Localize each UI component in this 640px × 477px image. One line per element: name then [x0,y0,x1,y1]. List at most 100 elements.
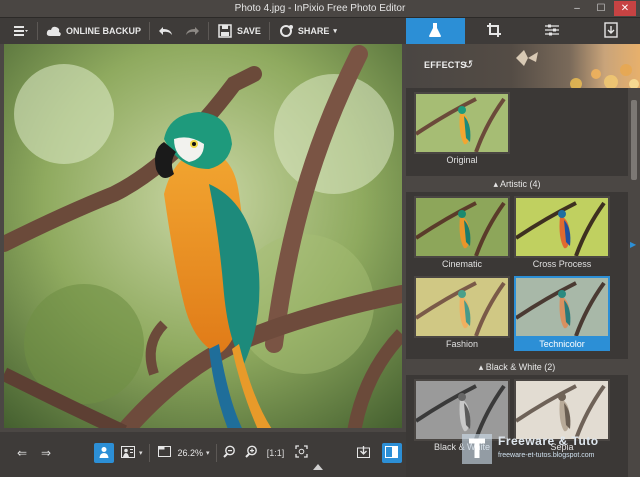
expand-arrow-icon[interactable]: ▶ [630,240,636,249]
fashion-label: Fashion [445,339,479,349]
technicolor-thumbnail [514,276,610,338]
watermark: Freeware & Tuto freeware-et-tutos.blogsp… [458,430,638,470]
save-button[interactable]: SAVE [212,18,266,44]
right-panel-tabs [406,18,640,44]
watermark-title: Freeware & Tuto [498,434,599,448]
share-button[interactable]: SHARE ▾ [273,18,342,44]
original-thumbnail [414,92,510,154]
tab-effects[interactable] [406,18,465,44]
original-label: Original [446,155,478,165]
effects-panel: Original ▴ Artistic (4) Cinematic Cross … [406,88,628,477]
main-toolbar: ONLINE BACKUP SAVE SHARE ▾ [0,18,406,44]
section-artistic[interactable]: ▴ Artistic (4) [406,176,628,192]
section-artistic-title: Artistic (4) [500,179,541,189]
actual-size-icon: [1:1] [266,448,285,458]
menu-icon [13,23,29,39]
minimize-button[interactable]: – [566,1,588,16]
actual-size-button[interactable]: [1:1] [266,443,286,463]
cross-process-label: Cross Process [532,259,592,269]
toolbar-divider [37,22,38,40]
window-title: Photo 4.jpg - InPixio Free Photo Editor [234,3,406,14]
save-icon [217,23,233,39]
undo-icon [158,23,174,39]
section-black-white[interactable]: ▴ Black & White (2) [406,359,628,375]
bottom-controls: ⇐ ⇒ ▾ 26.2% ▾ [1:1] [0,442,406,464]
chevron-up-icon: ▴ [493,179,498,189]
fit-view-button[interactable] [155,443,175,463]
chevron-down-icon: ▾ [333,28,337,35]
frame-icon [158,446,172,460]
crop-icon [486,22,502,41]
compare-icon [121,445,135,461]
scrollbar-thumb[interactable] [631,100,637,180]
import-icon [357,445,371,461]
chevron-down-icon[interactable]: ▾ [139,449,143,457]
window-controls: – ☐ ✕ [566,1,636,16]
section-black-white-title: Black & White (2) [485,362,556,372]
cross-process-thumbnail [514,196,610,258]
effects-title: EFFECTS [424,60,467,70]
panel-toggle-button[interactable] [381,443,402,463]
share-icon [278,23,294,39]
online-backup-button[interactable]: ONLINE BACKUP [41,18,146,44]
edited-photo [4,44,402,428]
tab-crop[interactable] [465,18,524,44]
next-photo-button[interactable]: ⇒ [36,443,56,463]
online-backup-label: ONLINE BACKUP [66,26,142,36]
tab-adjust[interactable] [523,18,582,44]
zoom-level: 26.2% [177,448,204,458]
bottom-divider [148,444,150,462]
export-icon [604,21,618,41]
technicolor-label: Technicolor [514,338,610,351]
fashion-thumbnail [414,276,510,338]
effect-fashion[interactable]: Fashion [414,276,510,351]
compare-view-button[interactable] [118,443,138,463]
effect-cinematic[interactable]: Cinematic [414,196,510,271]
arrow-right-icon: ⇒ [40,446,52,460]
arrow-left-icon: ⇐ [16,446,28,460]
share-label: SHARE [297,26,330,36]
flask-icon [428,22,442,41]
menu-button[interactable] [8,18,34,44]
collapse-caret-icon[interactable] [313,464,323,470]
watermark-subtitle: freeware-et-tutos.blogspot.com [498,452,595,459]
chevron-down-icon[interactable]: ▾ [206,449,210,457]
reset-icon[interactable]: ↺ [464,58,473,71]
effects-header: EFFECTS ↺ [406,44,640,88]
effect-cross-process[interactable]: Cross Process [514,196,610,271]
redo-button[interactable] [179,18,205,44]
tab-export[interactable] [582,18,640,44]
cloud-icon [46,23,62,39]
previous-photo-button[interactable]: ⇐ [12,443,32,463]
title-bar: Photo 4.jpg - InPixio Free Photo Editor … [0,0,640,18]
save-label: SAVE [237,26,261,36]
zoom-in-icon [245,445,258,461]
bottom-toolbar: ⇐ ⇒ ▾ 26.2% ▾ [1:1] [0,432,406,477]
redo-icon [184,23,200,39]
effect-original[interactable]: Original [414,92,510,167]
maximize-button[interactable]: ☐ [590,1,612,16]
chevron-up-icon: ▴ [478,362,484,372]
sliders-icon [544,23,560,40]
toolbar-divider [149,22,151,40]
close-button[interactable]: ✕ [614,1,636,16]
toolbar-divider [268,22,270,40]
bottom-divider [215,444,217,462]
person-icon [99,446,109,461]
cinematic-thumbnail [414,196,510,258]
undo-button[interactable] [153,18,179,44]
single-view-button[interactable] [94,443,114,463]
cinematic-label: Cinematic [441,259,482,269]
fit-screen-icon [295,445,308,461]
toolbar-divider [208,22,210,40]
panel-icon [385,445,399,461]
zoom-out-button[interactable] [220,443,240,463]
zoom-out-icon [223,445,236,461]
watermark-logo-icon [462,434,492,464]
zoom-in-button[interactable] [242,443,262,463]
fit-screen-button[interactable] [292,443,312,463]
effects-scrollbar[interactable] [628,88,640,477]
effect-technicolor[interactable]: Technicolor [514,276,610,351]
photo-canvas[interactable] [0,44,406,432]
import-button[interactable] [354,443,374,463]
